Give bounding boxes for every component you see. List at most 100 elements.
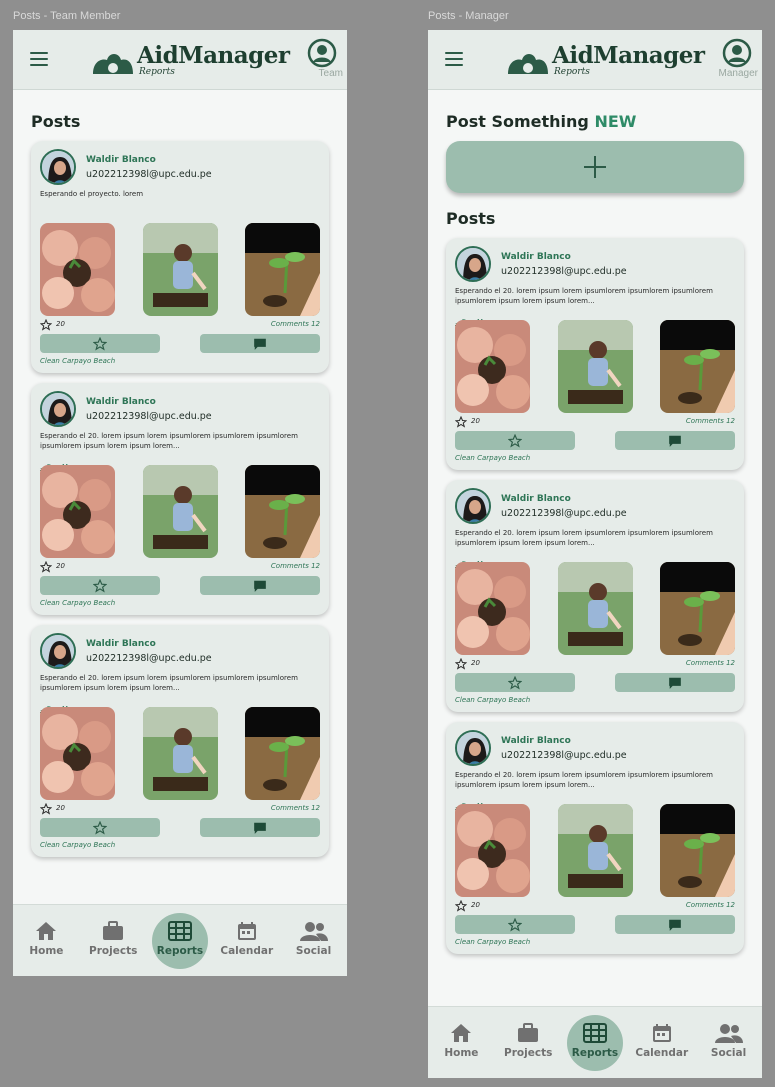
like-count: 20 bbox=[56, 804, 65, 812]
post-image[interactable] bbox=[142, 223, 218, 316]
post-image[interactable] bbox=[557, 562, 633, 655]
nav-item-calendar[interactable]: Calendar bbox=[631, 1015, 693, 1071]
post-image[interactable] bbox=[557, 804, 633, 897]
post-author[interactable]: Waldir Blanco bbox=[501, 252, 571, 262]
post-text: Esperando el 20. lorem ipsum lorem ipsum… bbox=[455, 529, 713, 547]
post-image[interactable] bbox=[455, 562, 530, 655]
menu-icon[interactable] bbox=[30, 52, 48, 66]
post-image[interactable] bbox=[557, 320, 633, 413]
like-count: 20 bbox=[56, 320, 65, 328]
like-button[interactable] bbox=[455, 431, 575, 450]
post-image[interactable] bbox=[245, 707, 320, 800]
post-text: Esperando el 20. lorem ipsum lorem ipsum… bbox=[455, 287, 713, 305]
post-author[interactable]: Waldir Blanco bbox=[501, 736, 571, 746]
avatar[interactable] bbox=[40, 633, 76, 669]
nav-item-home[interactable]: Home bbox=[15, 913, 77, 969]
comment-icon bbox=[669, 919, 681, 931]
bottom-navigation: Home Projects Reports Calendar Social bbox=[428, 1006, 762, 1078]
post-image[interactable] bbox=[245, 223, 320, 316]
avatar[interactable] bbox=[40, 149, 76, 185]
avatar[interactable] bbox=[455, 488, 491, 524]
post-image[interactable] bbox=[660, 804, 735, 897]
post-images bbox=[40, 707, 320, 800]
comment-button[interactable] bbox=[615, 673, 735, 692]
star-icon bbox=[93, 578, 107, 593]
app-subtitle: Reports bbox=[139, 67, 175, 77]
post-image[interactable] bbox=[245, 465, 320, 558]
comment-count[interactable]: Comments 12 bbox=[271, 320, 320, 328]
nav-item-reports[interactable]: Reports bbox=[564, 1014, 626, 1071]
post-image[interactable] bbox=[40, 707, 115, 800]
post-event[interactable]: Clean Carpayo Beach bbox=[40, 841, 115, 849]
bottom-navigation: Home Projects Reports Calendar Social bbox=[13, 904, 347, 976]
nav-item-reports[interactable]: Reports bbox=[149, 912, 211, 969]
nav-item-projects[interactable]: Projects bbox=[82, 913, 144, 969]
manager-screen: AidManager Reports Manager Post Somethin… bbox=[428, 30, 762, 1078]
comment-button[interactable] bbox=[200, 576, 320, 595]
star-icon bbox=[93, 336, 107, 351]
comment-count[interactable]: Comments 12 bbox=[271, 562, 320, 570]
comment-button[interactable] bbox=[615, 915, 735, 934]
nav-label: Reports bbox=[156, 944, 204, 957]
post-image[interactable] bbox=[455, 320, 530, 413]
like-button[interactable] bbox=[40, 818, 160, 837]
nav-item-calendar[interactable]: Calendar bbox=[216, 913, 278, 969]
frame-label-team: Posts - Team Member bbox=[13, 10, 121, 22]
avatar[interactable] bbox=[40, 391, 76, 427]
like-button[interactable] bbox=[40, 334, 160, 353]
post-image[interactable] bbox=[455, 804, 530, 897]
post-event[interactable]: Clean Carpayo Beach bbox=[455, 696, 530, 704]
avatar[interactable] bbox=[455, 730, 491, 766]
app-title: AidManager bbox=[137, 42, 290, 69]
nav-label: Reports bbox=[571, 1046, 619, 1059]
post-author[interactable]: Waldir Blanco bbox=[501, 494, 571, 504]
post-text: Esperando el 20. lorem ipsum lorem ipsum… bbox=[40, 674, 298, 692]
comment-button[interactable] bbox=[200, 818, 320, 837]
post-author[interactable]: Waldir Blanco bbox=[86, 155, 156, 165]
post-event[interactable]: Clean Carpayo Beach bbox=[40, 599, 115, 607]
post-image[interactable] bbox=[660, 320, 735, 413]
like-button[interactable] bbox=[455, 673, 575, 692]
nav-item-social[interactable]: Social bbox=[283, 913, 345, 969]
post-images bbox=[455, 562, 735, 655]
like-button[interactable] bbox=[455, 915, 575, 934]
post-image[interactable] bbox=[40, 465, 115, 558]
menu-icon[interactable] bbox=[445, 52, 463, 66]
comment-count[interactable]: Comments 12 bbox=[271, 804, 320, 812]
post-author[interactable]: Waldir Blanco bbox=[86, 639, 156, 649]
post-image[interactable] bbox=[142, 465, 218, 558]
comment-button[interactable] bbox=[200, 334, 320, 353]
star-outline-icon bbox=[455, 658, 467, 670]
nav-item-social[interactable]: Social bbox=[698, 1015, 760, 1071]
star-outline-icon bbox=[455, 900, 467, 912]
comment-count[interactable]: Comments 12 bbox=[686, 659, 735, 667]
avatar[interactable] bbox=[455, 246, 491, 282]
post-event[interactable]: Clean Carpayo Beach bbox=[455, 938, 530, 946]
post-image[interactable] bbox=[40, 223, 115, 316]
user-account-icon[interactable] bbox=[307, 38, 337, 68]
like-button[interactable] bbox=[40, 576, 160, 595]
nav-item-projects[interactable]: Projects bbox=[497, 1015, 559, 1071]
post-email: u202212398l@upc.edu.pe bbox=[86, 169, 212, 180]
frame-label-manager: Posts - Manager bbox=[428, 10, 509, 22]
user-account-icon[interactable] bbox=[722, 38, 752, 68]
like-count: 20 bbox=[471, 417, 480, 425]
create-post-button[interactable] bbox=[446, 141, 744, 193]
user-role-label: Team bbox=[318, 68, 343, 79]
post-new-highlight: NEW bbox=[594, 112, 637, 131]
calendar-icon bbox=[652, 1023, 671, 1042]
post-event[interactable]: Clean Carpayo Beach bbox=[40, 357, 115, 365]
comment-button[interactable] bbox=[615, 431, 735, 450]
post-card: Waldir Blanco u202212398l@upc.edu.pe Esp… bbox=[446, 238, 744, 470]
post-event[interactable]: Clean Carpayo Beach bbox=[455, 454, 530, 462]
comment-count[interactable]: Comments 12 bbox=[686, 417, 735, 425]
post-email: u202212398l@upc.edu.pe bbox=[501, 750, 627, 761]
post-card: Waldir Blanco u202212398l@upc.edu.pe Esp… bbox=[31, 383, 329, 615]
post-image[interactable] bbox=[660, 562, 735, 655]
comment-count[interactable]: Comments 12 bbox=[686, 901, 735, 909]
post-image[interactable] bbox=[142, 707, 218, 800]
nav-item-home[interactable]: Home bbox=[430, 1015, 492, 1071]
post-text: Esperando el 20. lorem ipsum lorem ipsum… bbox=[40, 432, 298, 450]
post-author[interactable]: Waldir Blanco bbox=[86, 397, 156, 407]
post-meta: 20 Comments 12 bbox=[455, 900, 735, 912]
